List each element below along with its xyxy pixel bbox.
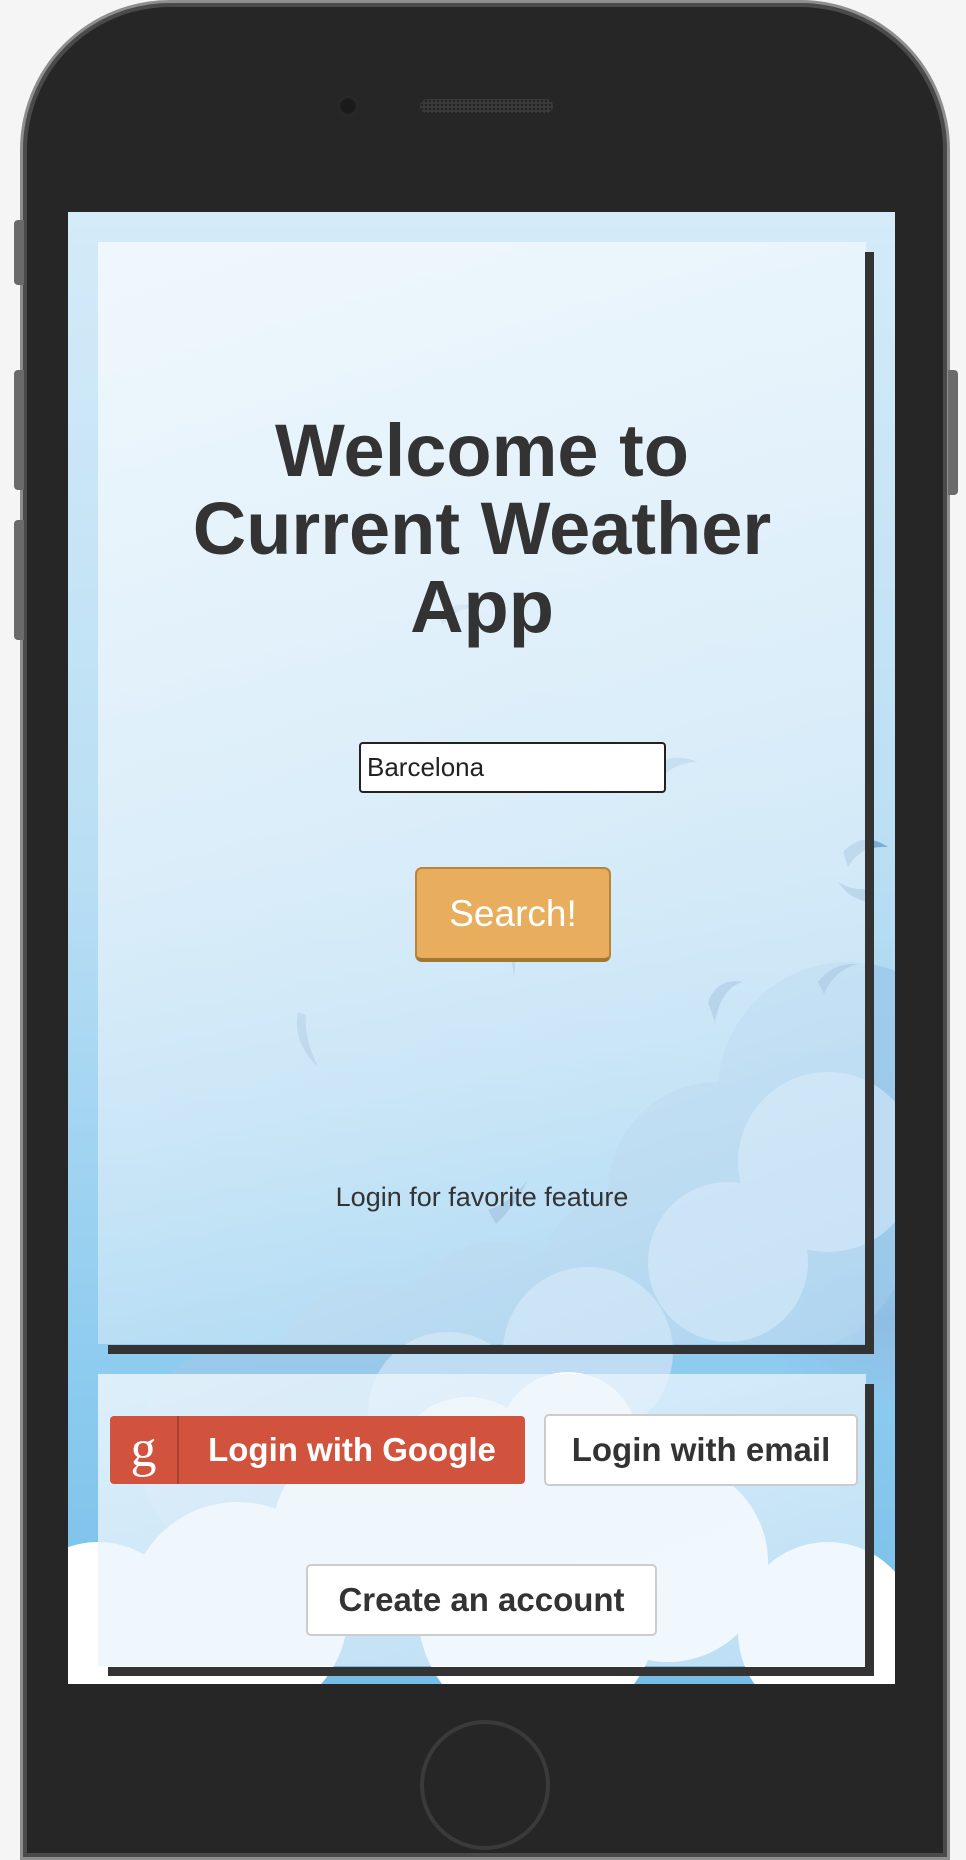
home-button[interactable] [420, 1720, 550, 1850]
login-hint-text: Login for favorite feature [335, 1182, 629, 1212]
panel-border-bottom [108, 1345, 874, 1354]
panel-border-right [865, 252, 874, 1354]
front-camera [338, 96, 358, 116]
create-account-button[interactable]: Create an account [306, 1564, 657, 1636]
login-email-button[interactable]: Login with email [544, 1414, 858, 1486]
panel-border-bottom [108, 1667, 874, 1676]
app-screen: Welcome to Current Weather App Search! L… [68, 212, 895, 1684]
google-icon: g [110, 1416, 179, 1484]
city-search-input[interactable] [359, 742, 666, 793]
search-button[interactable]: Search! [415, 867, 611, 962]
login-panel: g Login with Google Login with email Cre… [98, 1374, 866, 1666]
volume-down-button [14, 520, 24, 640]
login-google-label: Login with Google [208, 1431, 496, 1468]
mute-switch [14, 220, 24, 285]
power-button [948, 370, 958, 495]
login-google-button[interactable]: g Login with Google [110, 1416, 525, 1484]
search-panel: Welcome to Current Weather App Search! L… [98, 242, 866, 1344]
panel-border-right [865, 1384, 874, 1676]
volume-up-button [14, 370, 24, 490]
page-title: Welcome to Current Weather App [192, 409, 772, 648]
earpiece-speaker [420, 99, 553, 113]
